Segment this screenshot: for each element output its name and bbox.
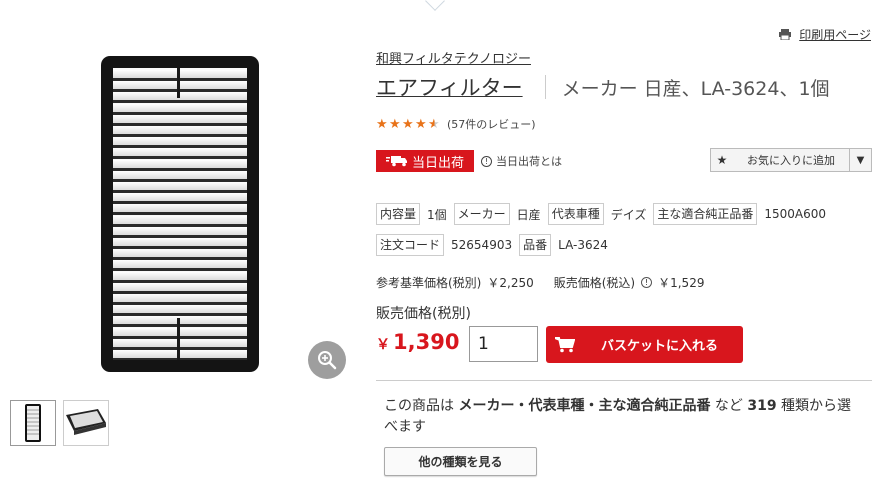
info-icon: ! — [481, 155, 492, 167]
dropdown-caret — [425, 0, 445, 11]
yen-symbol: ￥ — [376, 337, 390, 353]
spec-value: 日産 — [516, 207, 541, 222]
star-icon: ★ — [402, 116, 414, 132]
favorites-label: お気に入りに追加 — [747, 154, 835, 167]
variants-criteria: メーカー・代表車種・主な適合純正品番 — [458, 398, 711, 414]
filter-pleat — [113, 238, 247, 246]
tax-price-label: 販売価格(税込) — [553, 276, 636, 290]
product-title-row: エアフィルター メーカー 日産、LA-3624、1個 — [376, 72, 830, 102]
spec-tag: 内容量 — [376, 203, 421, 225]
spec-tag: 代表車種 — [547, 203, 604, 225]
filter-pleat — [113, 126, 247, 134]
filter-pleat — [113, 70, 247, 78]
variants-prefix: この商品は — [384, 398, 459, 414]
truck-icon — [385, 156, 407, 167]
reference-prices: 参考基準価格(税別) ￥2,250 販売価格(税込) ! ￥1,529 — [376, 274, 704, 291]
section-divider — [376, 380, 872, 381]
filter-pleat — [113, 350, 247, 358]
star-icon: ★ — [716, 153, 728, 167]
spec-value: 1500A600 — [764, 207, 827, 221]
filter-pleat — [113, 81, 247, 90]
other-variants-label: 他の種類を見る — [418, 455, 503, 469]
spec-tag: 品番 — [519, 234, 552, 256]
filter-pleat — [113, 338, 247, 347]
same-day-help-link[interactable]: ! 当日出荷とは — [481, 153, 562, 169]
filter-pleat — [113, 226, 247, 235]
ref-price-label: 参考基準価格(税別) — [376, 276, 482, 290]
half-star-icon: ★ — [428, 116, 440, 132]
thumbnail-angle[interactable] — [63, 400, 109, 446]
filter-pleat — [113, 305, 247, 314]
variants-count: 319 — [747, 398, 777, 414]
zoom-button[interactable] — [308, 341, 346, 379]
filter-pleat — [113, 282, 247, 291]
filter-pleat — [113, 148, 247, 157]
filter-pleat — [113, 294, 247, 302]
spec-tag: 注文コード — [376, 234, 445, 256]
shipping-badge-label: 当日出荷 — [411, 155, 464, 171]
basket-button-label: バスケットに入れる — [600, 339, 718, 354]
sale-price-value: 1,390 — [393, 330, 460, 354]
zoom-in-icon — [318, 351, 337, 370]
chevron-down-icon[interactable]: ▼ — [849, 149, 871, 171]
filter-pleat — [113, 327, 247, 336]
add-to-basket-button[interactable]: バスケットに入れる — [546, 326, 743, 363]
spec-row-2: 注文コード 52654903 品番 LA-3624 — [376, 234, 615, 256]
product-subtitle: メーカー 日産、LA-3624、1個 — [561, 77, 830, 100]
spec-value: 52654903 — [451, 238, 513, 252]
filter-pleat — [113, 271, 247, 280]
filter-pleat — [113, 215, 247, 224]
quantity-input[interactable] — [469, 326, 538, 362]
filter-pleat — [113, 204, 247, 213]
spec-value: LA-3624 — [558, 238, 608, 252]
sale-price: ￥ 1,390 — [376, 330, 459, 354]
filter-pleat — [113, 159, 247, 168]
filter-pleat — [113, 137, 247, 146]
filter-pleat — [113, 114, 247, 123]
title-divider — [544, 75, 546, 99]
star-icon: ★ — [389, 116, 401, 132]
filter-pleat — [113, 92, 247, 101]
info-icon[interactable]: ! — [641, 277, 653, 288]
filter-pleat-shadow — [113, 358, 247, 360]
ref-price-value: ￥2,250 — [487, 276, 534, 290]
print-label: 印刷用ページ — [799, 28, 871, 42]
filter-pleat — [113, 103, 247, 112]
filter-pleat — [113, 316, 247, 325]
filter-pleat — [113, 249, 247, 258]
rating-stars: ★ ★ ★ ★ ★ — [376, 118, 441, 131]
print-page-link[interactable]: 印刷用ページ — [779, 26, 871, 43]
air-filter-angle-thumb-icon — [66, 409, 106, 435]
spec-value: 1個 — [427, 207, 447, 222]
review-count[interactable]: (57件のレビュー) — [447, 116, 536, 132]
filter-pleat — [113, 260, 247, 269]
filter-support-bar — [177, 68, 180, 98]
filter-pleat — [113, 193, 247, 202]
star-icon: ★ — [415, 116, 427, 132]
brand-link[interactable]: 和興フィルタテクノロジー — [376, 48, 531, 67]
same-day-shipping-badge: 当日出荷 — [376, 150, 474, 172]
air-filter-thumb-icon — [25, 404, 41, 442]
view-other-variants-button[interactable]: 他の種類を見る — [384, 447, 537, 476]
spec-value: デイズ — [610, 207, 647, 222]
shipping-help-label: 当日出荷とは — [496, 155, 562, 168]
filter-pleat — [113, 182, 247, 190]
thumbnail-front[interactable] — [10, 400, 56, 446]
tax-price-value: ￥1,529 — [658, 276, 705, 290]
add-to-favorites-button[interactable]: ★ お気に入りに追加 ▼ — [710, 148, 872, 172]
cart-icon — [546, 336, 584, 353]
variants-note: この商品は メーカー・代表車種・主な適合純正品番 など 319 種類から選べます — [384, 396, 864, 438]
air-filter-image-pleats — [113, 68, 247, 360]
variants-mid: など — [710, 398, 748, 414]
printer-icon — [779, 29, 792, 40]
product-title[interactable]: エアフィルター — [376, 72, 523, 102]
spec-row-1: 内容量 1個 メーカー 日産 代表車種 デイズ 主な適合純正品番 1500A60… — [376, 203, 833, 225]
filter-pleat — [113, 170, 247, 179]
spec-tag: 主な適合純正品番 — [653, 203, 758, 225]
filter-support-bar — [177, 318, 180, 360]
rating-row[interactable]: ★ ★ ★ ★ ★ (57件のレビュー) — [376, 116, 536, 132]
sale-price-label: 販売価格(税別) — [376, 306, 471, 322]
spec-tag: メーカー — [453, 203, 510, 225]
star-icon: ★ — [376, 116, 388, 132]
